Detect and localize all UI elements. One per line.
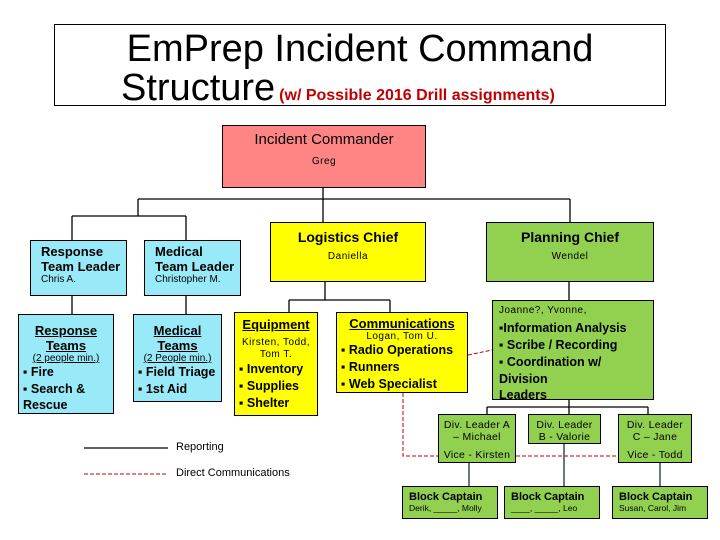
incident-commander-title: Incident Commander [254, 131, 394, 148]
title-structure: Structure [121, 67, 276, 109]
communications-box[interactable]: Communications Logan, Tom U. ▪ Radio Ope… [336, 312, 468, 393]
direct-comm-line [467, 349, 493, 356]
medical-teams-item: ▪ Field Triage [138, 365, 216, 379]
division-leader-b-box[interactable]: Div. Leader B - Valorie [528, 414, 601, 444]
logistics-chief-name: Daniella [327, 251, 369, 262]
planning-section-box[interactable]: Joanne?, Yvonne, ▪Information Analysis ▪… [492, 300, 654, 402]
logistics-chief-box[interactable]: Logistics Chief Daniella [270, 222, 426, 282]
division-leader-line1: Div. Leader [536, 419, 593, 431]
division-leader-a-box[interactable]: Div. Leader A – Michael Vice - Kirsten [438, 414, 516, 463]
equipment-names-line2: Tom T. [259, 349, 293, 360]
response-teams-item: ▪ Fire [23, 365, 54, 379]
response-teams-item: ▪ Search & [23, 382, 86, 396]
communications-item: ▪ Radio Operations [341, 343, 454, 357]
response-teams-title: Response Teams [19, 323, 113, 353]
response-team-leader-name: Chris A. [41, 274, 77, 285]
block-captain-title: Block Captain [511, 491, 585, 503]
legend-direct-communications-label: Direct Communications [176, 467, 290, 479]
division-leader-vice: Vice - Todd [627, 449, 683, 461]
block-captain-names: Derik, _____, Molly [409, 503, 482, 513]
medical-team-leader-title: Medical Team Leader [145, 241, 240, 274]
division-leader-vice: Vice - Kirsten [443, 449, 511, 461]
equipment-names-line1: Kirsten, Todd, [242, 337, 310, 348]
planning-chief-title: Planning Chief [521, 229, 619, 245]
division-leader-c-box[interactable]: Div. Leader C – Jane Vice - Todd [618, 414, 692, 463]
planning-chief-name: Wendel [551, 251, 589, 262]
title-subtitle: (w/ Possible 2016 Drill assignments) [279, 87, 555, 104]
division-leader-line1: Div. Leader A [443, 419, 511, 431]
communications-item: ▪ Web Specialist [341, 377, 437, 391]
communications-item: ▪ Runners [341, 360, 400, 374]
division-leader-line2: C – Jane [632, 431, 678, 443]
block-captain-title: Block Captain [619, 491, 693, 503]
equipment-box[interactable]: Equipment Kirsten, Todd, Tom T. ▪ Invent… [234, 312, 318, 416]
response-teams-subtitle: (2 people min.) [32, 353, 100, 364]
medical-teams-item: ▪ 1st Aid [138, 382, 188, 396]
planning-section-item: ▪Information Analysis [499, 321, 627, 335]
response-teams-box[interactable]: Response Teams (2 people min.) ▪ Fire ▪ … [18, 314, 114, 414]
equipment-item: ▪ Supplies [239, 379, 299, 393]
medical-teams-box[interactable]: Medical Teams (2 People min.) ▪ Field Tr… [133, 314, 222, 402]
planning-section-item: ▪ Coordination w/ Division [499, 355, 602, 386]
medical-teams-subtitle: (2 People min.) [143, 353, 212, 364]
legend-reporting-label: Reporting [176, 441, 224, 453]
medical-teams-title: Medical Teams [134, 323, 221, 353]
planning-section-names: Joanne?, Yvonne, [499, 305, 587, 316]
planning-chief-box[interactable]: Planning Chief Wendel [486, 222, 654, 282]
equipment-names: Kirsten, Todd, Tom T. [235, 337, 317, 361]
medical-teams-title-line2: Teams [157, 338, 198, 353]
medical-team-leader-name: Christopher M. [155, 274, 221, 285]
communications-names: Logan, Tom U. [366, 331, 438, 342]
logistics-chief-title: Logistics Chief [297, 229, 399, 245]
division-leader-line2: B - Valorie [538, 431, 591, 443]
medical-team-leader-title-line1: Medical [155, 244, 203, 259]
communications-title: Communications [349, 316, 455, 331]
equipment-item: ▪ Inventory [239, 362, 304, 376]
incident-commander-box[interactable]: Incident Commander Greg [222, 125, 426, 188]
medical-team-leader-title-line2: Team Leader [155, 259, 235, 274]
response-team-leader-title-line1: Response [41, 244, 104, 259]
division-leader-line2: – Michael [453, 431, 501, 443]
block-captain-title: Block Captain [409, 491, 483, 503]
equipment-item: ▪ Shelter [239, 396, 290, 410]
block-captain-names: ____, _____, Leo [511, 503, 578, 513]
response-teams-title-line1: Response [34, 323, 98, 338]
block-captain-box[interactable]: Block Captain Susan, Carol, Jim [612, 486, 708, 519]
response-team-leader-title: Response Team Leader [31, 241, 126, 274]
planning-section-item: ▪ Scribe / Recording [499, 338, 618, 352]
title-line-2: Structure (w/ Possible 2016 Drill assignm… [121, 68, 555, 116]
equipment-title: Equipment [242, 317, 310, 332]
response-teams-title-line2: Teams [45, 338, 87, 353]
medical-team-leader-box[interactable]: Medical Team Leader Christopher M. [144, 240, 241, 296]
response-teams-item: Rescue [23, 398, 68, 412]
block-captain-box[interactable]: Block Captain ____, _____, Leo [504, 486, 600, 519]
medical-teams-title-line1: Medical [153, 323, 202, 338]
direct-comm-line [402, 393, 438, 457]
block-captain-names: Susan, Carol, Jim [619, 503, 687, 513]
division-leader-line1: Div. Leader [626, 419, 684, 431]
block-captain-box[interactable]: Block Captain Derik, _____, Molly [402, 486, 498, 519]
planning-section-item: Leaders [499, 388, 547, 402]
incident-commander-name: Greg [311, 156, 337, 167]
response-team-leader-box[interactable]: Response Team Leader Chris A. [30, 240, 127, 296]
response-team-leader-title-line2: Team Leader [41, 259, 121, 274]
title-box: EmPrep Incident Command Structure (w/ Pos… [54, 24, 666, 108]
title-line-1: EmPrep Incident Command [126, 28, 594, 70]
